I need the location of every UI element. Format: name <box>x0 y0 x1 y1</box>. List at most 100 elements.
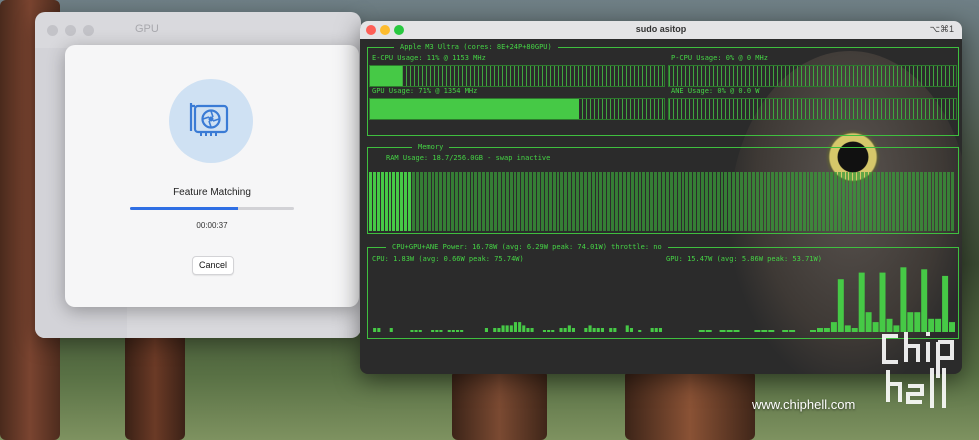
gpu-power-bar <box>851 328 858 332</box>
task-progress-bar <box>130 207 294 210</box>
gpu-power-bar <box>754 330 761 332</box>
ram-history-bar <box>911 172 915 231</box>
pcpu-usage-label: P-CPU Usage: 0% @ 0 MHz <box>671 54 768 62</box>
processor-panel-title: Apple M3 Ultra (cores: 8E+24P+80GPU) <box>394 42 558 53</box>
ram-history-bar <box>474 172 478 231</box>
ram-history-bar <box>818 172 822 231</box>
ram-history-bar <box>642 172 646 231</box>
ram-history-bar <box>423 172 427 231</box>
gpu-power-bar <box>942 275 949 332</box>
ram-history-bar <box>790 172 794 231</box>
cpu-power-bar <box>526 328 530 332</box>
ram-history-bar <box>595 172 599 231</box>
ram-history-bar <box>845 172 849 231</box>
ram-history-bar <box>486 172 490 231</box>
gpu-power-bar <box>810 330 816 332</box>
gpu-power-bar <box>768 330 775 332</box>
ram-history-bar <box>447 172 451 231</box>
ram-history-bar <box>478 172 482 231</box>
ram-history-bar <box>896 172 900 231</box>
ram-history-bar <box>384 172 388 231</box>
cancel-button[interactable]: Cancel <box>192 256 234 275</box>
cpu-power-bar <box>493 328 497 332</box>
pcpu-usage-gauge <box>668 65 957 87</box>
ram-history-bar <box>802 172 806 231</box>
ram-history-bar <box>837 172 841 231</box>
close-button[interactable] <box>47 24 58 36</box>
ram-history-bar <box>501 172 505 231</box>
gpu-power-bar <box>726 330 733 332</box>
ram-history-bar <box>904 172 908 231</box>
ram-history-bar <box>419 172 423 231</box>
cpu-power-bar <box>658 328 662 332</box>
ram-history-bar <box>490 172 493 231</box>
ram-history-bar <box>798 172 802 231</box>
ram-history-bar <box>939 172 943 231</box>
ram-history-bar <box>376 172 380 231</box>
cpu-power-label: CPU: 1.83W (avg: 0.66W peak: 75.74W) <box>372 255 524 263</box>
ram-history-bar <box>646 172 650 231</box>
ram-history-bar <box>810 172 814 231</box>
cpu-power-bar <box>513 322 517 332</box>
processor-panel: Apple M3 Ultra (cores: 8E+24P+80GPU) E-C… <box>367 42 959 136</box>
cpu-power-bar <box>600 328 604 332</box>
ram-history-bar <box>826 172 829 231</box>
cpu-power-bar <box>460 330 464 332</box>
cpu-power-bar <box>518 322 522 332</box>
ram-history-bar <box>767 172 771 231</box>
ram-history-bar <box>923 172 927 231</box>
ram-history-bar <box>548 172 552 231</box>
ram-history-bar <box>779 172 783 231</box>
ram-history-bar <box>439 172 443 231</box>
cpu-power-bar <box>588 325 592 332</box>
ram-history-bar <box>525 172 529 231</box>
ram-history-bar <box>411 172 415 231</box>
ram-history-bar <box>829 172 833 231</box>
ram-history-bar <box>736 172 740 231</box>
ram-history-bar <box>626 172 630 231</box>
gpu-usage-gauge <box>369 98 665 120</box>
cpu-power-bar <box>551 330 555 332</box>
ram-history-bar <box>435 172 439 231</box>
ram-history-bar <box>462 172 466 231</box>
ram-usage-history <box>369 165 956 231</box>
gpu-power-bar <box>733 330 740 332</box>
ram-history-bar <box>951 172 954 231</box>
ram-history-bar <box>947 172 951 231</box>
ram-history-bar <box>568 172 572 231</box>
ram-history-bar <box>872 172 876 231</box>
ram-history-bar <box>470 172 474 231</box>
minimize-button[interactable] <box>65 24 76 36</box>
ram-usage-label: RAM Usage: 18.7/256.0GB - swap inactive <box>386 154 551 162</box>
ram-history-bar <box>849 172 853 231</box>
cpu-power-bar <box>629 328 633 332</box>
cpu-power-bar <box>505 325 509 332</box>
ram-history-bar <box>755 172 759 231</box>
ram-history-bar <box>380 172 384 231</box>
gpu-power-bar <box>789 330 796 332</box>
cpu-power-bar <box>650 328 654 332</box>
terminal-titlebar: sudo asitop ⌥⌘1 <box>360 21 962 39</box>
ane-usage-gauge <box>668 98 957 120</box>
ram-history-bar <box>693 172 697 231</box>
ram-history-bar <box>576 172 579 231</box>
ram-history-bar <box>841 172 845 231</box>
ram-history-bar <box>822 172 826 231</box>
ram-history-bar <box>587 172 591 231</box>
ram-history-bar <box>521 172 525 231</box>
cpu-power-bar <box>497 328 501 332</box>
ram-history-bar <box>517 172 521 231</box>
ram-history-bar <box>744 172 747 231</box>
ram-history-bar <box>392 172 396 231</box>
ram-history-bar <box>865 172 868 231</box>
ram-history-bar <box>720 172 724 231</box>
tree-trunk <box>452 370 547 440</box>
cpu-power-bar <box>625 325 629 332</box>
ram-history-bar <box>622 172 626 231</box>
ram-history-bar <box>560 172 564 231</box>
cpu-power-bar <box>563 328 567 332</box>
ram-history-bar <box>396 172 400 231</box>
ram-history-bar <box>544 172 548 231</box>
zoom-button[interactable] <box>83 24 94 36</box>
ram-history-bar <box>740 172 743 231</box>
